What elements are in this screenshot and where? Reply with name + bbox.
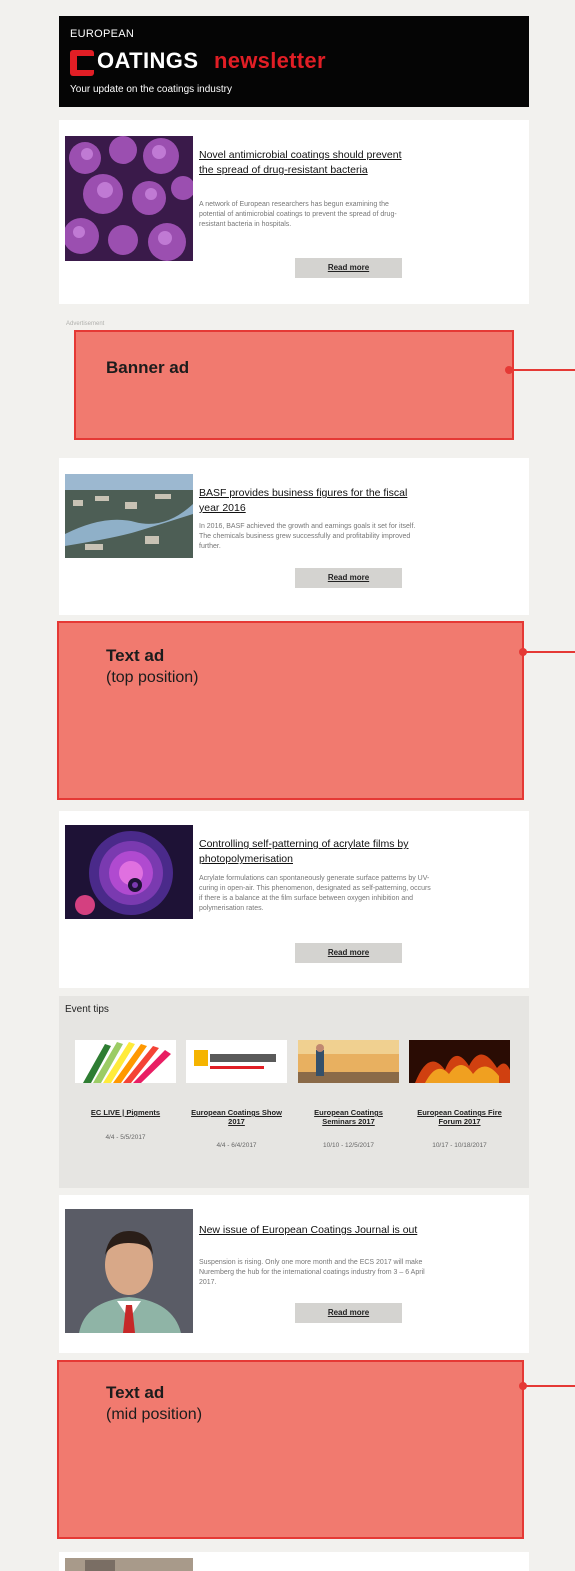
- article-card: [59, 1552, 529, 1571]
- article-photo: [65, 1558, 193, 1571]
- ad-title: Banner ad: [106, 358, 190, 377]
- seminar-photo[interactable]: [298, 1040, 399, 1083]
- fire-photo[interactable]: [409, 1040, 510, 1083]
- purple-pattern-photo: [65, 825, 193, 919]
- event-title[interactable]: EC LIVE | Pigments: [75, 1108, 176, 1117]
- article-text: Suspension is rising. Only one more mont…: [199, 1259, 425, 1286]
- river-aerial-photo: [65, 474, 193, 558]
- read-more-button[interactable]: Read more: [295, 1303, 402, 1323]
- article-card: BASF provides business figures for the f…: [59, 458, 529, 615]
- event-title[interactable]: European Coatings Seminars 2017: [298, 1108, 399, 1126]
- article-text: In 2016, BASF achieved the growth and ea…: [199, 523, 416, 550]
- read-more-button[interactable]: Read more: [295, 568, 402, 588]
- article-title[interactable]: Controlling self-patterning of acrylate …: [199, 837, 429, 867]
- article-text: A network of European researchers has be…: [199, 201, 397, 228]
- article-title[interactable]: New issue of European Coatings Journal i…: [199, 1223, 439, 1238]
- header-top-label: EUROPEAN: [70, 28, 135, 40]
- article-card: Controlling self-patterning of acrylate …: [59, 811, 529, 988]
- ad-pointer-line: [526, 1385, 575, 1387]
- article-card: Novel antimicrobial coatings should prev…: [59, 120, 529, 304]
- header-tagline: Your update on the coatings industry: [70, 84, 232, 95]
- event-date: 4/4 - 6/4/2017: [216, 1142, 257, 1149]
- ad-title: Text ad: [106, 646, 165, 665]
- article-title[interactable]: Novel antimicrobial coatings should prev…: [199, 148, 404, 178]
- event-tips-heading: Event tips: [65, 1004, 109, 1015]
- ad-pointer-line: [526, 651, 575, 653]
- text-ad-top[interactable]: Text ad (top position): [57, 621, 524, 800]
- brand-name: OATINGS: [97, 48, 199, 73]
- advertisement-label: Advertisement: [66, 321, 105, 327]
- read-more-button[interactable]: Read more: [295, 258, 402, 278]
- bacteria-photo: [65, 136, 193, 261]
- ad-subtitle: (mid position): [106, 1406, 203, 1423]
- ad-subtitle: (top position): [106, 669, 199, 686]
- color-swatches[interactable]: [75, 1040, 176, 1083]
- event-date: 10/17 - 10/18/2017: [432, 1142, 487, 1149]
- event-date: 4/4 - 5/5/2017: [105, 1134, 146, 1141]
- banner-ad[interactable]: Banner ad: [74, 330, 514, 440]
- brand-newsletter: newsletter: [214, 48, 326, 73]
- text-ad-mid[interactable]: Text ad (mid position): [57, 1360, 524, 1539]
- read-more-button[interactable]: Read more: [295, 943, 402, 963]
- newsletter-header: EUROPEAN OATINGS newsletter Your update …: [59, 16, 529, 107]
- article-text: Acrylate formulations can spontaneously …: [199, 875, 431, 912]
- ecs-logo-banner[interactable]: [186, 1040, 287, 1083]
- editor-portrait-photo: [65, 1209, 193, 1333]
- article-card: New issue of European Coatings Journal i…: [59, 1195, 529, 1353]
- event-tips-section: Event tips EC LIVE | Pigments European C…: [59, 996, 529, 1188]
- brand-c-logo-icon: [70, 50, 94, 76]
- ad-pointer-line: [512, 369, 575, 371]
- ad-title: Text ad: [106, 1383, 165, 1402]
- article-title[interactable]: BASF provides business figures for the f…: [199, 486, 419, 516]
- event-date: 10/10 - 12/5/2017: [323, 1142, 374, 1149]
- event-title[interactable]: European Coatings Show 2017: [186, 1108, 287, 1126]
- event-title[interactable]: European Coatings Fire Forum 2017: [409, 1108, 510, 1126]
